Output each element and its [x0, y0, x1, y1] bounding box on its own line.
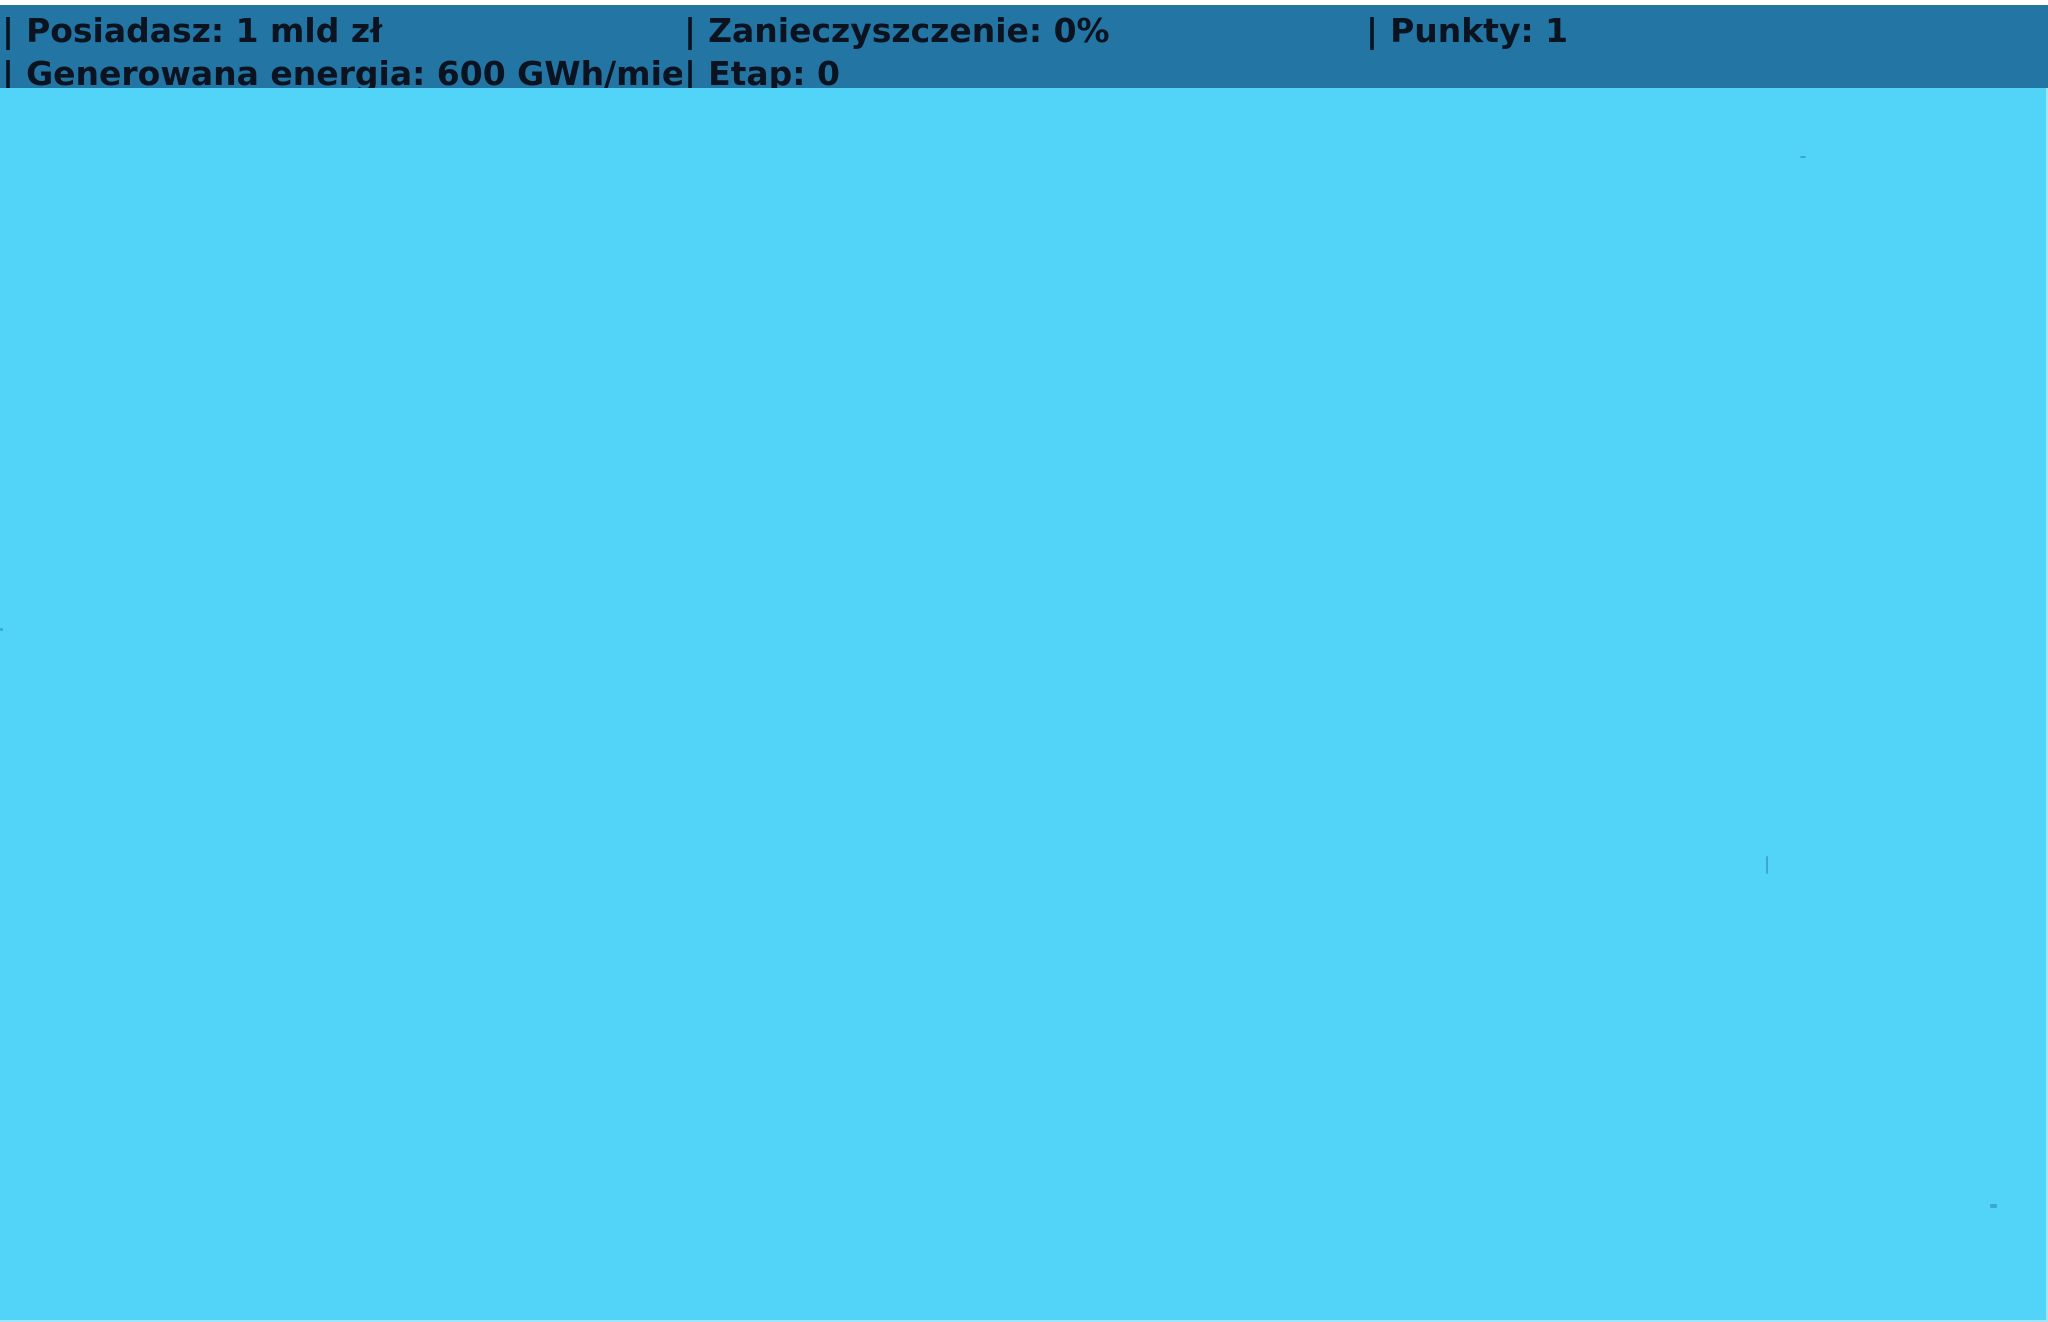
pixel-speck — [1990, 1204, 1997, 1208]
pixel-speck — [0, 628, 3, 631]
separator: | — [2, 11, 15, 50]
status-bar: | Posiadasz: 1 mld zł | Zanieczyszczenie: … — [0, 5, 2048, 93]
points-stat: | Punkty: 1 — [1366, 10, 2046, 52]
game-window: | Posiadasz: 1 mld zł | Zanieczyszczenie: … — [0, 0, 2048, 1322]
points-label: Punkty: 1 — [1390, 11, 1569, 50]
game-play-area[interactable] — [0, 88, 2048, 1322]
pixel-speck — [1766, 856, 1768, 874]
separator: | — [684, 11, 697, 50]
money-label: Posiadasz: 1 mld zł — [26, 11, 383, 50]
separator: | — [1366, 11, 1379, 50]
pollution-label: Zanieczyszczenie: 0% — [708, 11, 1110, 50]
pollution-stat: | Zanieczyszczenie: 0% — [684, 10, 1364, 52]
pixel-speck — [1800, 156, 1806, 158]
money-stat: | Posiadasz: 1 mld zł — [2, 10, 682, 52]
